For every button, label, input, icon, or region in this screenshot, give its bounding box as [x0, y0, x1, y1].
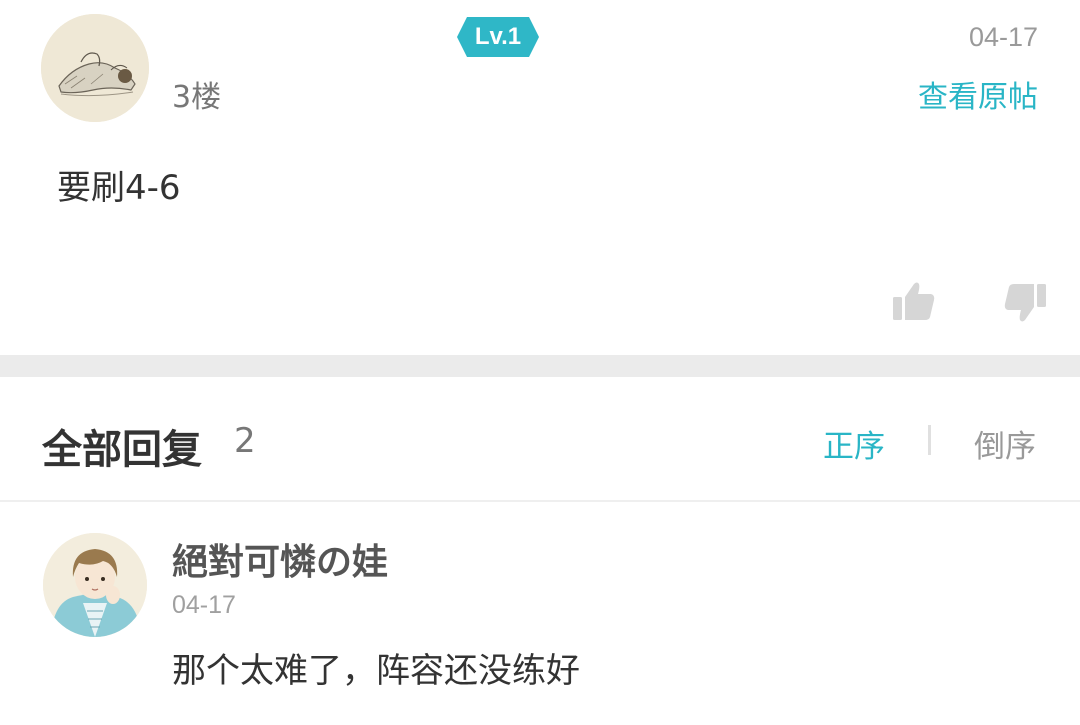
reply-content: 那个太难了，阵容还没练好 — [172, 651, 580, 691]
sort-descending-button[interactable]: 倒序 — [974, 421, 1036, 466]
view-original-post-link[interactable]: 查看原帖 — [918, 72, 1038, 116]
level-badge-text: Lv.1 — [474, 23, 522, 50]
reply-date: 04-17 — [172, 591, 236, 619]
reply-item: 絕對可憐の娃 04-17 那个太难了，阵容还没练好 — [0, 503, 1080, 725]
post-floor-3: Lv.1 04-17 3楼 查看原帖 要刷4-6 — [0, 0, 1080, 355]
post-content: 要刷4-6 — [57, 168, 181, 208]
sort-divider — [928, 425, 931, 455]
sort-ascending-button[interactable]: 正序 — [823, 421, 885, 466]
post-detail-page: Lv.1 04-17 3楼 查看原帖 要刷4-6 全部回复 2 正序 倒序 絕對… — [0, 0, 1080, 725]
reply-author-avatar[interactable] — [43, 533, 147, 637]
post-author-avatar[interactable] — [41, 14, 149, 122]
replies-header: 全部回复 2 正序 倒序 — [0, 377, 1080, 502]
floor-number: 3楼 — [172, 80, 222, 115]
thumbs-down-icon[interactable] — [1003, 282, 1047, 324]
user-level-badge: Lv.1 — [457, 17, 539, 57]
reply-username[interactable]: 絕對可憐の娃 — [172, 533, 388, 585]
replies-title: 全部回复 — [42, 427, 202, 473]
header-divider — [0, 500, 1080, 502]
replies-count: 2 — [234, 421, 256, 461]
post-date: 04-17 — [968, 22, 1038, 52]
thumbs-up-icon[interactable] — [892, 280, 936, 322]
section-separator — [0, 355, 1080, 377]
